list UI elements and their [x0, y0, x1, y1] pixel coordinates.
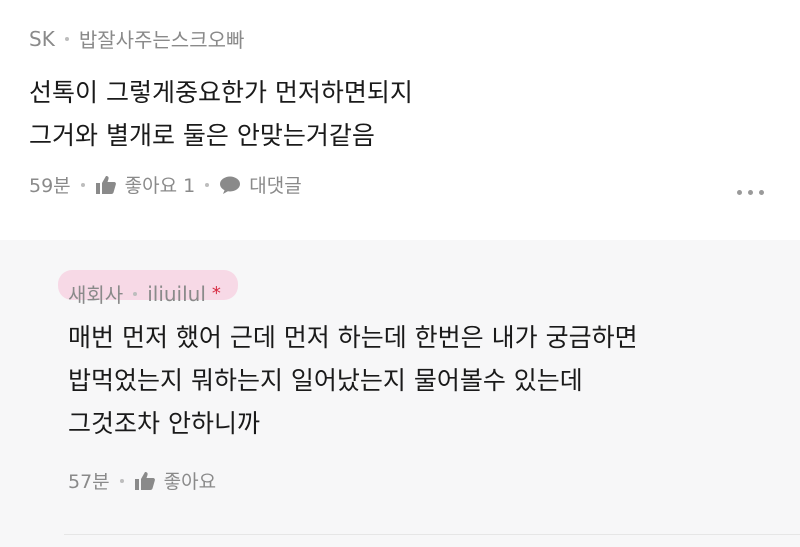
comment-author[interactable]: SK: [29, 27, 55, 51]
divider: [64, 534, 800, 535]
reply-author[interactable]: 새회사: [68, 279, 123, 308]
reply-body: 매번 먼저 했어 근데 먼저 하는데 한번은 내가 궁금하면 밥먹었는지 뭐하는…: [68, 316, 638, 445]
reply-line: 매번 먼저 했어 근데 먼저 하는데 한번은 내가 궁금하면: [68, 323, 638, 352]
speech-bubble-icon: [220, 176, 241, 194]
reply-line: 그것조차 안하니까: [68, 409, 260, 438]
reply-line: 밥먹었는지 뭐하는지 일어났는지 물어볼수 있는데: [68, 366, 583, 395]
writer-mark: *: [211, 283, 221, 304]
more-options-button[interactable]: [737, 190, 764, 195]
reply-button[interactable]: 대댓글: [219, 171, 302, 198]
comment-nickname[interactable]: 밥잘사주는스크오빠: [79, 24, 245, 53]
comment: SK 밥잘사주는스크오빠 선톡이 그렇게중요한가 먼저하면되지 그거와 별개로 …: [0, 0, 800, 240]
reply-meta: 새회사 iliuilul *: [68, 279, 221, 308]
thumbs-up-icon: [95, 175, 116, 194]
reply-actions: 57분 좋아요: [68, 467, 216, 494]
comment-body: 선톡이 그렇게중요한가 먼저하면되지 그거와 별개로 둘은 안맞는거같음: [29, 71, 413, 157]
reply-like-button[interactable]: 좋아요: [134, 467, 216, 494]
separator-dot: [133, 291, 138, 296]
thumbs-up-icon: [134, 471, 155, 490]
like-button[interactable]: 좋아요 1: [95, 171, 196, 198]
reply-like-label: 좋아요: [163, 471, 217, 493]
comment-time: 59분: [29, 175, 71, 197]
comment-actions: 59분 좋아요 1 대댓글: [29, 171, 302, 198]
more-horizontal-icon: [748, 190, 753, 195]
more-horizontal-icon: [759, 190, 764, 195]
separator-dot: [119, 478, 124, 483]
like-label: 좋아요 1: [124, 175, 196, 197]
reply-label: 대댓글: [249, 175, 302, 197]
reply-nickname[interactable]: iliuilul: [147, 282, 206, 306]
comment-line: 선톡이 그렇게중요한가 먼저하면되지: [29, 78, 413, 107]
separator-dot: [64, 36, 69, 41]
separator-dot: [205, 182, 210, 187]
separator-dot: [80, 182, 85, 187]
reply-time: 57분: [68, 471, 110, 493]
comment-meta: SK 밥잘사주는스크오빠: [29, 24, 244, 53]
more-horizontal-icon: [737, 190, 742, 195]
comment-line: 그거와 별개로 둘은 안맞는거같음: [29, 121, 375, 150]
